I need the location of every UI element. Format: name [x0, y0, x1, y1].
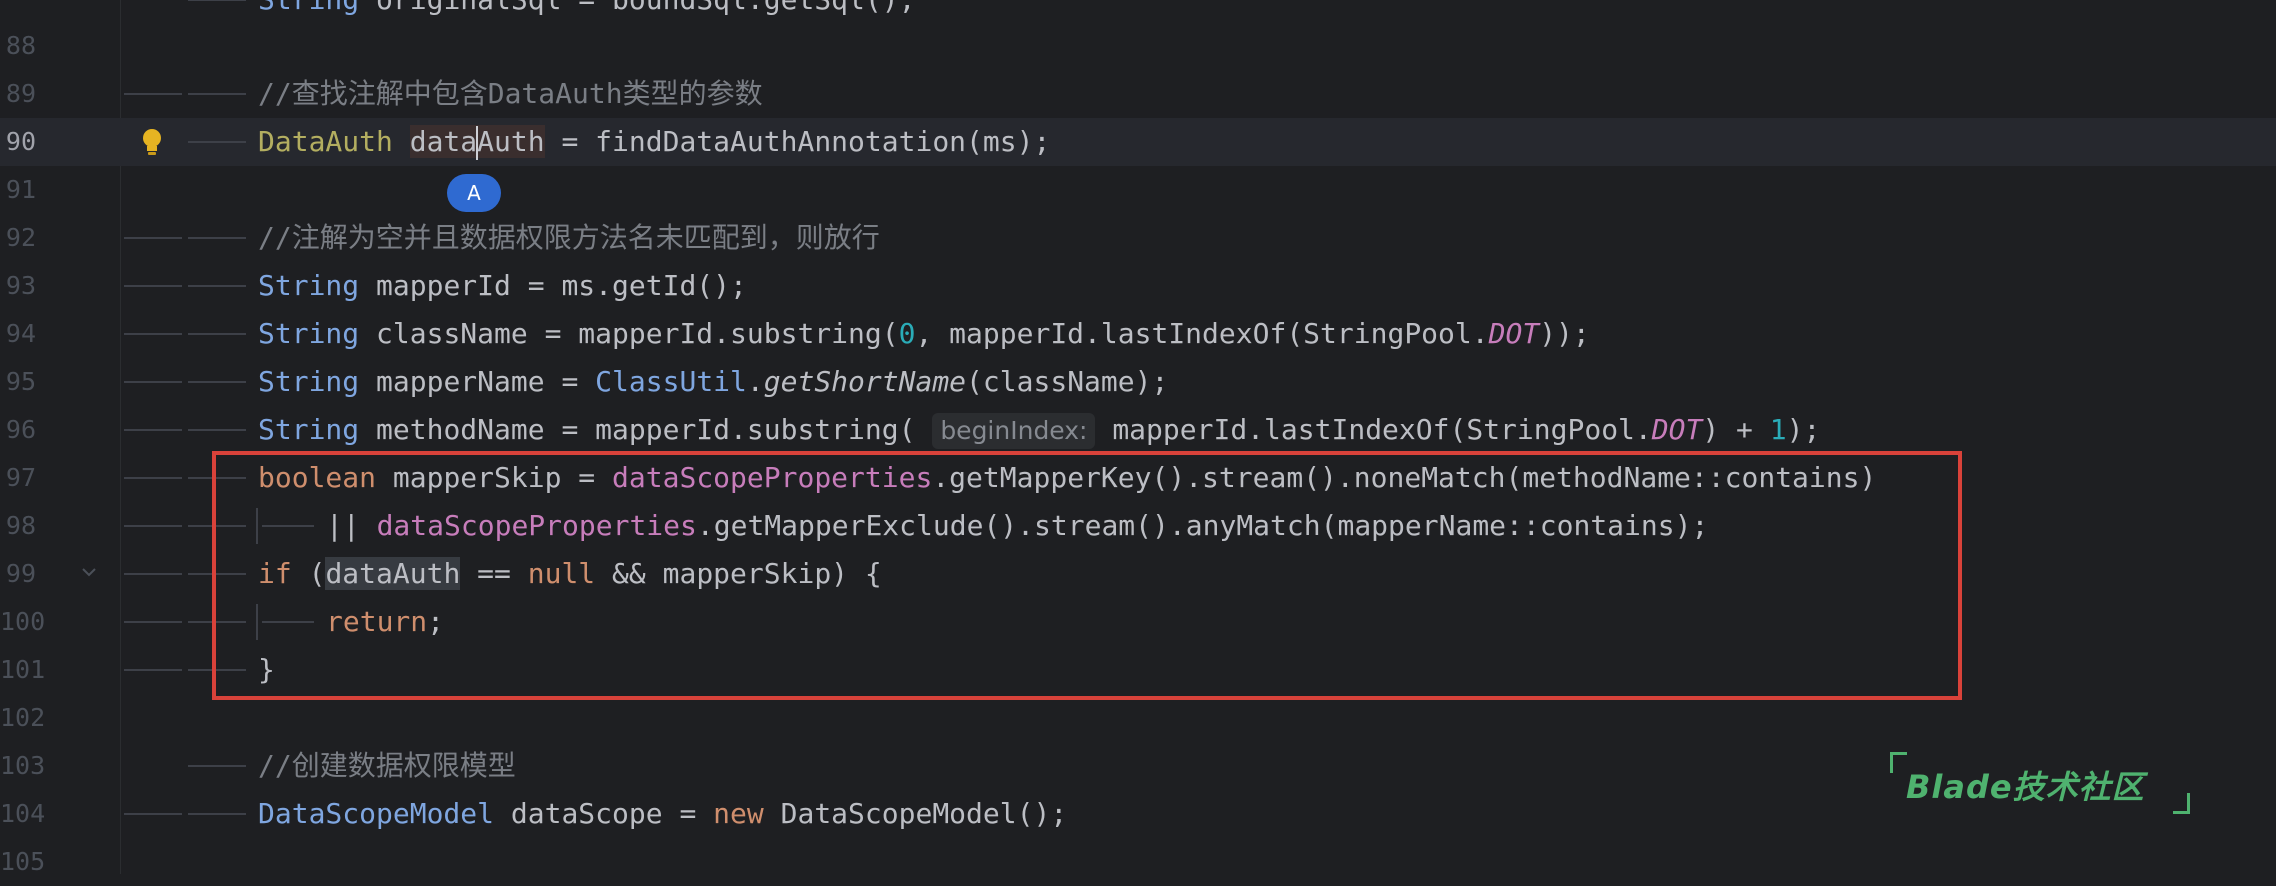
code-text: , mapperId.lastIndexOf(StringPool. — [915, 317, 1489, 350]
type-token: String — [258, 0, 359, 16]
type-token: DataScopeModel — [258, 797, 495, 830]
line-number: 104 — [0, 799, 46, 828]
line-number: 88 — [5, 31, 36, 60]
type-token: String — [258, 317, 360, 350]
code-text: dataScope = — [494, 797, 714, 830]
highlight-annotation-box — [212, 451, 1962, 700]
watermark-text: Blade技术社区 — [1906, 768, 2145, 806]
line-number: 90 — [5, 127, 36, 156]
code-text: ) + — [1702, 413, 1770, 446]
code-comment: //创建数据权限模型 — [258, 749, 516, 782]
code-line-96[interactable]: 96 String methodName = mapperId.substrin… — [0, 406, 2276, 454]
code-line-90[interactable]: 90 DataAuth dataAuth = findDataAuthAnnot… — [0, 118, 2276, 166]
code-text: . — [746, 365, 764, 398]
code-text: ); — [1786, 413, 1821, 446]
number-literal: 1 — [1769, 413, 1787, 446]
code-text: )); — [1539, 317, 1590, 350]
line-number: 97 — [5, 463, 36, 492]
code-line-93[interactable]: 93 String mapperId = ms.getId(); — [0, 262, 2276, 310]
constant-token: DOT — [1488, 317, 1540, 350]
type-token: String — [258, 365, 360, 398]
code-line-102[interactable]: 102 — [0, 694, 2276, 742]
variable-highlight: dataAuth — [409, 125, 545, 160]
code-line-92[interactable]: 92 //注解为空并且数据权限方法名未匹配到，则放行 — [0, 214, 2276, 262]
code-comment: //注解为空并且数据权限方法名未匹配到，则放行 — [258, 221, 880, 254]
line-number: 94 — [5, 319, 36, 348]
code-text: className = mapperId.substring( — [359, 317, 899, 350]
line-number: 98 — [5, 511, 36, 540]
number-literal: 0 — [898, 317, 916, 350]
lightbulb-icon[interactable] — [140, 127, 164, 159]
collaborator-avatar[interactable]: A — [447, 174, 501, 212]
type-token: String — [258, 413, 360, 446]
code-line-95[interactable]: 95 String mapperName = ClassUtil.getShor… — [0, 358, 2276, 406]
bracket-bottom-right-icon — [2173, 793, 2190, 814]
code-text: originalSql = boundSql.getSql(); — [359, 0, 915, 16]
line-number: 101 — [0, 655, 46, 684]
bracket-top-left-icon — [1890, 752, 1907, 773]
code-comment: //查找注解中包含DataAuth类型的参数 — [258, 77, 763, 110]
line-number: 102 — [0, 703, 46, 732]
code-line-105[interactable]: 105 — [0, 838, 2276, 886]
code-text: (className); — [966, 365, 1169, 398]
code-text: methodName = mapperId.substring( — [359, 413, 933, 446]
line-number: 89 — [5, 79, 36, 108]
code-line-88[interactable]: 88 — [0, 22, 2276, 70]
code-line-91[interactable]: 91 — [0, 166, 2276, 214]
variable-part: Auth — [477, 125, 545, 158]
parameter-hint: beginIndex: — [932, 413, 1096, 449]
fold-chevron-icon[interactable] — [80, 563, 98, 581]
variable-part: data — [409, 125, 478, 158]
static-method-token: getShortName — [763, 365, 967, 398]
code-text: mapperId = ms.getId(); — [359, 269, 747, 302]
type-token: DataAuth — [258, 125, 393, 158]
line-number: 95 — [5, 367, 36, 396]
line-number: 100 — [0, 607, 46, 636]
line-number: 91 — [5, 175, 36, 204]
type-token: String — [258, 269, 360, 302]
line-number: 103 — [0, 751, 46, 780]
code-text: mapperId.lastIndexOf(StringPool. — [1095, 413, 1652, 446]
code-editor[interactable]: String originalSql = boundSql.getSql(); … — [0, 0, 2276, 876]
class-token: ClassUtil — [595, 365, 747, 398]
line-number: 105 — [0, 847, 46, 876]
constant-token: DOT — [1651, 413, 1703, 446]
code-text: = findDataAuthAnnotation(ms); — [544, 125, 1051, 158]
line-number: 96 — [5, 415, 36, 444]
code-text: mapperName = — [359, 365, 596, 398]
watermark-logo: Blade技术社区 — [1890, 748, 2190, 818]
code-line-89[interactable]: 89 //查找注解中包含DataAuth类型的参数 — [0, 70, 2276, 118]
line-number: 93 — [5, 271, 36, 300]
code-line-94[interactable]: 94 String className = mapperId.substring… — [0, 310, 2276, 358]
line-number: 99 — [5, 559, 36, 588]
line-number: 92 — [5, 223, 36, 252]
code-line-87[interactable]: String originalSql = boundSql.getSql(); — [0, 0, 2276, 24]
code-text: DataScopeModel(); — [763, 797, 1068, 830]
keyword-token: new — [713, 797, 764, 830]
